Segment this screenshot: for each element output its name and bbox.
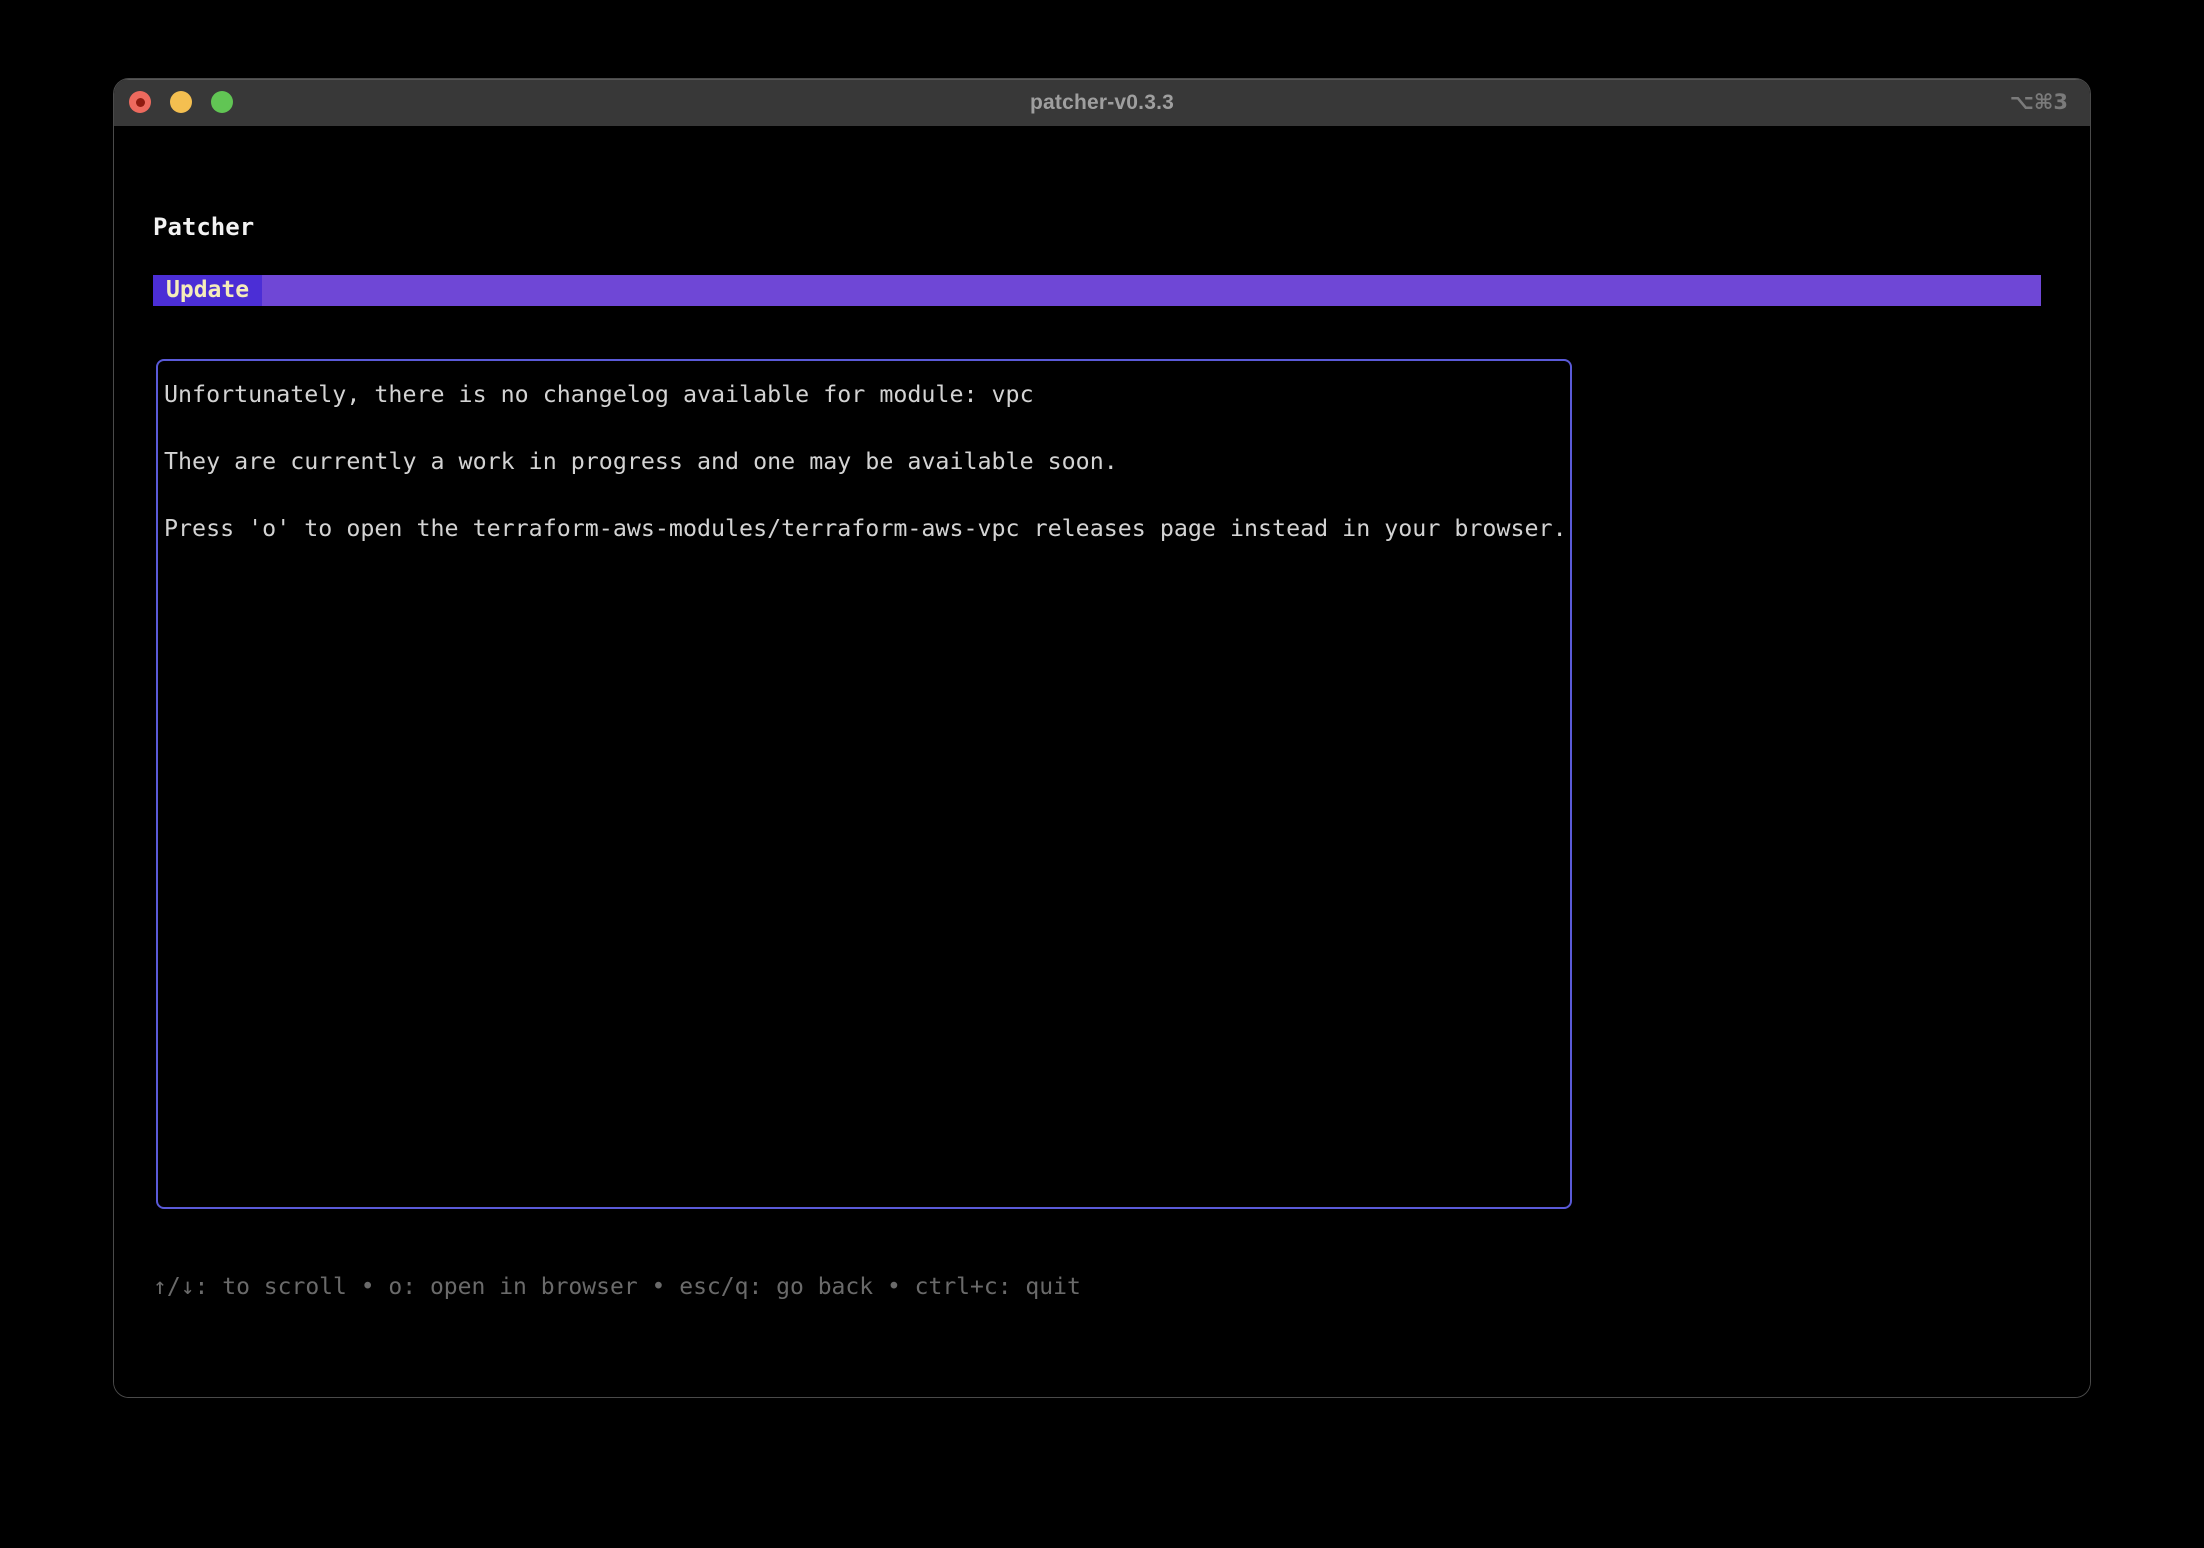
help-separator-icon: • bbox=[873, 1274, 915, 1300]
help-item: ctrl+c: quit bbox=[914, 1274, 1081, 1300]
changelog-line: Press 'o' to open the terraform-aws-modu… bbox=[164, 515, 1567, 542]
desktop-background: patcher-v0.3.3 ⌥⌘3 Patcher Update Unfort… bbox=[0, 0, 2204, 1548]
tab-update[interactable]: Update bbox=[153, 275, 263, 306]
tab-bar: Update bbox=[153, 275, 2041, 306]
help-separator-icon: • bbox=[346, 1274, 389, 1300]
window-shortcut-hint: ⌥⌘3 bbox=[2009, 90, 2068, 114]
app-title: Patcher bbox=[153, 213, 255, 241]
changelog-line: They are currently a work in progress an… bbox=[164, 448, 1118, 475]
terminal-content: Patcher Update Unfortunately, there is n… bbox=[114, 126, 2090, 1397]
window-title: patcher-v0.3.3 bbox=[1029, 91, 1175, 114]
help-item: o: open in browser bbox=[388, 1274, 638, 1300]
help-bar: ↑/↓: to scroll • o: open in browser • es… bbox=[153, 1270, 1081, 1304]
window-titlebar[interactable]: patcher-v0.3.3 ⌥⌘3 bbox=[114, 79, 2090, 126]
help-separator-icon: • bbox=[637, 1274, 680, 1300]
help-item: ↑/↓: to scroll bbox=[153, 1274, 347, 1300]
terminal-window: patcher-v0.3.3 ⌥⌘3 Patcher Update Unfort… bbox=[113, 78, 2091, 1398]
changelog-viewport[interactable]: Unfortunately, there is no changelog ava… bbox=[156, 359, 1572, 1209]
changelog-line: Unfortunately, there is no changelog ava… bbox=[164, 381, 1034, 408]
help-item: esc/q: go back bbox=[679, 1274, 874, 1300]
